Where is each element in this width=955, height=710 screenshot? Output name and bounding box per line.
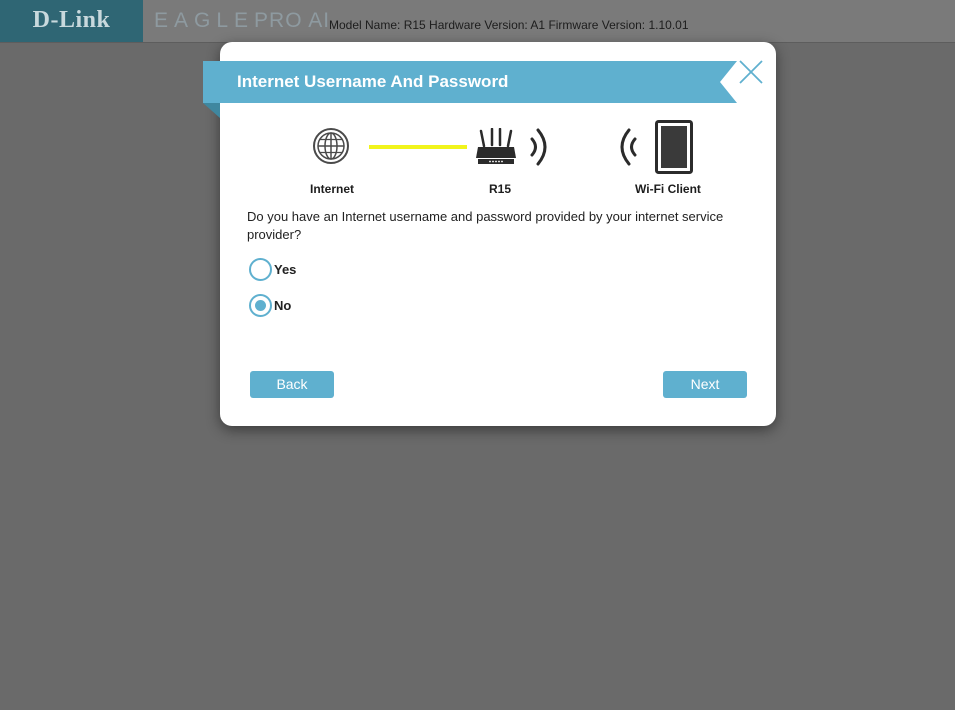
wifi-signal-right-icon — [530, 128, 547, 166]
setup-dialog: Internet Username And Password Internet … — [203, 42, 776, 426]
product-logo: EAGLEPRO AI — [154, 10, 330, 32]
wifi-signal-left-icon — [620, 128, 637, 166]
wifi-client-label: Wi-Fi Client — [635, 182, 701, 196]
tablet-icon — [655, 120, 693, 174]
close-icon — [739, 60, 763, 84]
product-logo-strong: EAGLE — [154, 9, 255, 32]
top-bar: D-Link EAGLEPRO AI Model Name: R15 Hardw… — [0, 0, 955, 43]
dlink-logo: D-Link — [0, 0, 143, 42]
globe-icon — [313, 128, 349, 164]
model-info: Model Name: R15 Hardware Version: A1 Fir… — [329, 18, 689, 32]
internet-label: Internet — [309, 182, 354, 196]
dialog-title-banner: Internet Username And Password — [203, 61, 737, 118]
radio-no-selected-dot — [255, 300, 266, 311]
dialog-title: Internet Username And Password — [237, 72, 509, 91]
radio-yes-label: Yes — [274, 262, 297, 277]
radio-no-circle[interactable] — [249, 294, 272, 317]
close-button[interactable] — [738, 59, 764, 85]
question-text: Do you have an Internet username and pas… — [247, 209, 724, 242]
router-icon — [476, 128, 516, 164]
radio-yes-circle[interactable] — [249, 258, 272, 281]
back-button[interactable]: Back — [250, 371, 334, 398]
connection-line — [369, 145, 467, 149]
radio-no-label: No — [274, 298, 292, 313]
router-label: R15 — [488, 182, 511, 196]
product-logo-light: PRO AI — [254, 9, 331, 32]
next-button[interactable]: Next — [663, 371, 747, 398]
